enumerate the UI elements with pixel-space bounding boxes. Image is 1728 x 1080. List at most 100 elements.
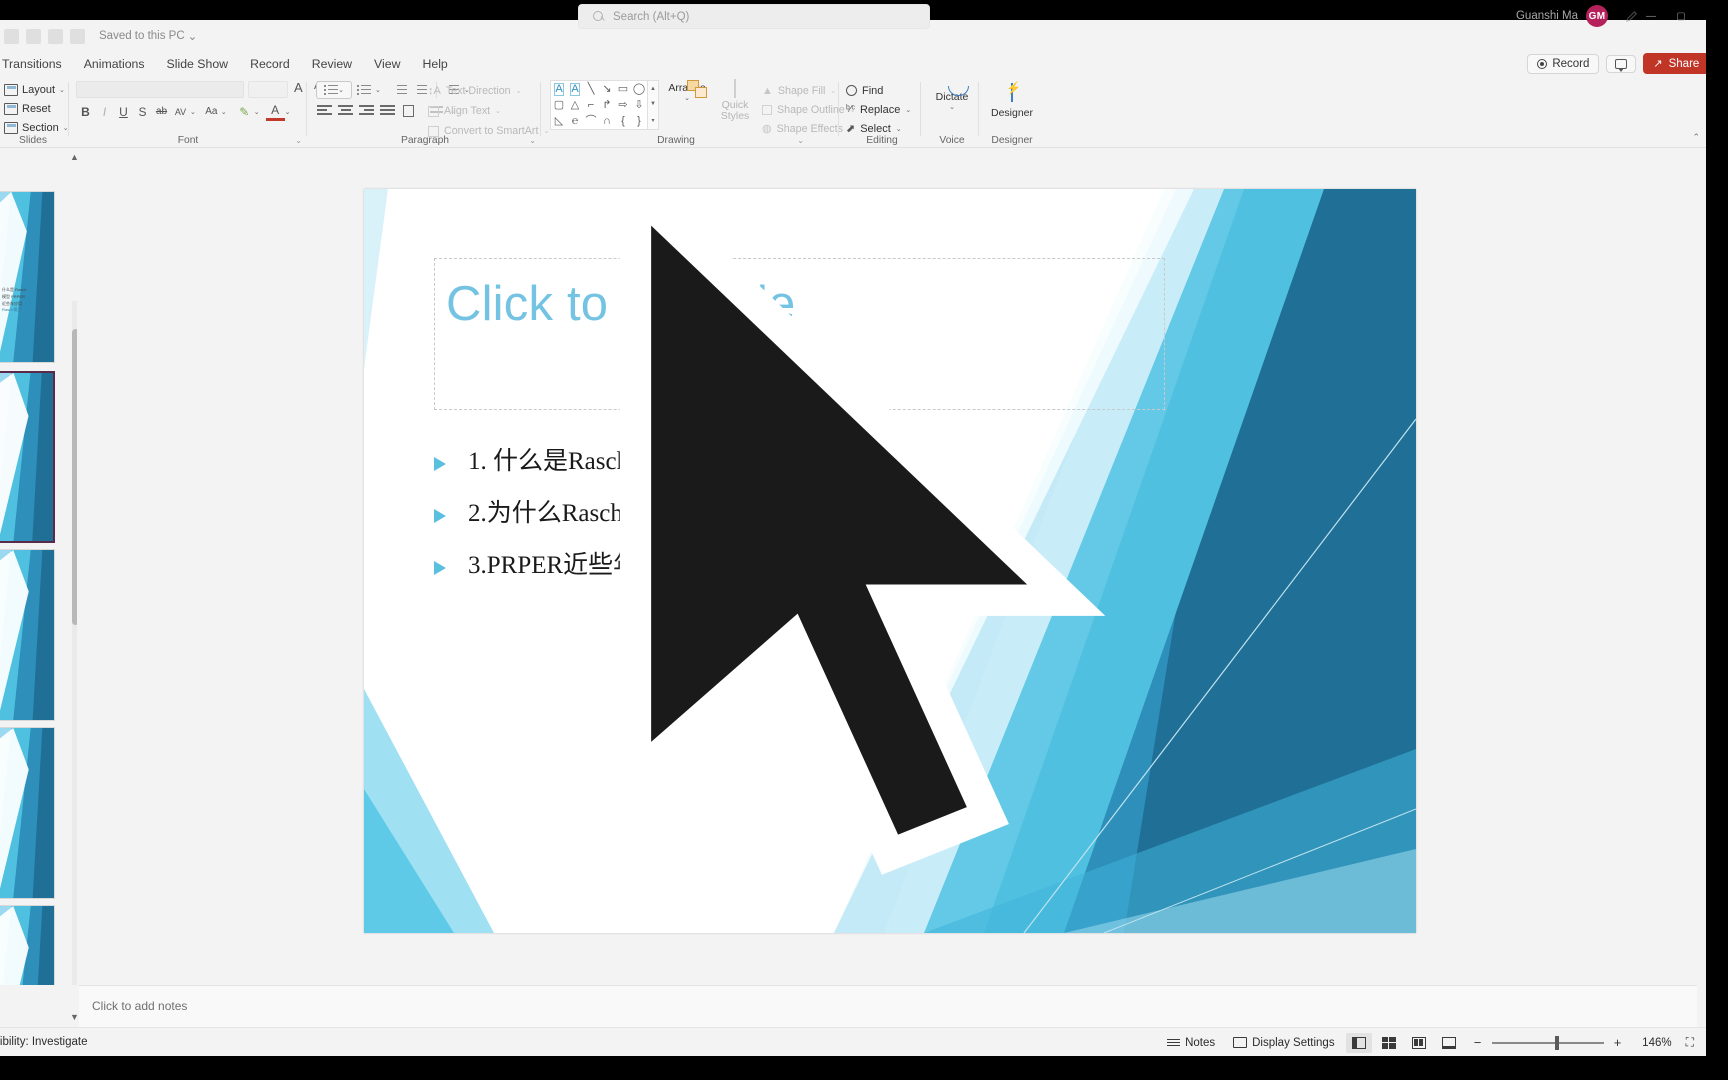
saved-state[interactable]: Saved to this PC ⌄ xyxy=(99,29,197,43)
zoom-in-button[interactable]: + xyxy=(1612,1035,1624,1050)
zoom-level-label[interactable]: 146% xyxy=(1632,1037,1671,1049)
slide-editor[interactable]: Click to add title 1. 什么是Rasch 模型 2.为什么R… xyxy=(364,189,1416,933)
font-name-input[interactable] xyxy=(76,81,244,98)
shape-corner-icon[interactable]: ◺ xyxy=(555,115,563,127)
increase-font-size-icon[interactable]: A xyxy=(294,80,303,95)
shape-oval-icon[interactable]: ◯ xyxy=(633,83,645,95)
drawing-dialog-launcher[interactable]: ⌄ xyxy=(797,136,804,145)
tab-record[interactable]: Record xyxy=(239,55,301,73)
list-item[interactable] xyxy=(0,727,55,899)
text-shadow-button[interactable]: S xyxy=(133,102,152,121)
shape-arc-icon[interactable]: ∩ xyxy=(603,115,611,127)
display-settings-button[interactable]: Display Settings xyxy=(1224,1037,1343,1049)
view-slideshow-button[interactable] xyxy=(1436,1033,1462,1053)
tab-view[interactable]: View xyxy=(363,55,411,73)
designer-button[interactable]: Designer xyxy=(982,83,1042,119)
strikethrough-button[interactable]: ab xyxy=(152,102,171,121)
gallery-expand-icon[interactable]: ▾ xyxy=(651,117,654,124)
italic-button[interactable]: I xyxy=(95,102,114,121)
list-item[interactable] xyxy=(0,549,55,721)
scroll-down-icon[interactable]: ▼ xyxy=(650,101,656,107)
shape-down-arrow-icon[interactable]: ⇩ xyxy=(634,99,643,111)
thumbnail-scrollbar-thumb[interactable] xyxy=(72,329,77,625)
redo-icon[interactable] xyxy=(48,28,63,44)
font-dialog-launcher[interactable]: ⌄ xyxy=(295,136,302,145)
reset-button[interactable]: Reset xyxy=(2,99,64,118)
list-item[interactable]: 什么是 Rasch 模型 PRPER 近些年应用 Rasch模型 xyxy=(0,191,55,363)
align-left-button[interactable] xyxy=(316,103,333,118)
underline-button[interactable]: U xyxy=(114,102,133,121)
shape-right-arrow-icon[interactable]: ⇨ xyxy=(618,99,627,111)
numbering-button[interactable] xyxy=(355,83,372,98)
dictate-button[interactable]: Dictate ⌄ xyxy=(926,91,978,111)
shape-rect-icon[interactable]: ▭ xyxy=(618,83,628,95)
font-color-button[interactable]: A xyxy=(265,102,285,121)
shape-arrow-icon[interactable]: ↘ xyxy=(602,83,611,95)
change-case-button[interactable]: Aa xyxy=(202,102,221,121)
chevron-down-icon[interactable]: ⌄ xyxy=(190,108,196,116)
shape-left-brace-icon[interactable]: { xyxy=(621,115,625,127)
align-right-button[interactable] xyxy=(358,103,375,118)
align-text-button[interactable]: Align Text ⌄ xyxy=(428,101,549,121)
zoom-out-button[interactable]: − xyxy=(1472,1035,1484,1050)
chevron-down-icon[interactable]: ⌄ xyxy=(375,86,381,94)
text-direction-button[interactable]: ↕A Text Direction ⌄ xyxy=(428,81,549,101)
shape-right-brace-icon[interactable]: } xyxy=(637,115,641,127)
bullets-button[interactable]: ⌄ xyxy=(316,81,352,99)
zoom-slider[interactable] xyxy=(1491,1035,1604,1050)
view-normal-button[interactable] xyxy=(1345,1032,1372,1053)
scroll-up-icon[interactable]: ▲ xyxy=(70,152,79,162)
arrange-button[interactable]: Arrange ⌄ xyxy=(664,80,710,102)
collapse-ribbon-button[interactable]: ⌃ xyxy=(1692,132,1700,143)
quick-access-toolbar[interactable] xyxy=(0,28,85,44)
decrease-indent-button[interactable] xyxy=(392,83,409,98)
shape-square-icon[interactable]: ▢ xyxy=(554,99,564,111)
find-button[interactable]: Find xyxy=(846,81,918,100)
accessibility-status[interactable]: essibility: Investigate xyxy=(0,1036,87,1048)
list-item[interactable] xyxy=(0,905,55,985)
shapes-gallery-scroll[interactable]: ▲ ▼ ▾ xyxy=(648,80,659,130)
chevron-down-icon[interactable]: ⌄ xyxy=(254,108,260,116)
replace-button[interactable]: ᵇ⁄ᶜ Replace ⌄ xyxy=(846,100,918,119)
slide-thumbnail-pane[interactable]: 什么是 Rasch 模型 PRPER 近些年应用 Rasch模型 xyxy=(0,149,77,985)
qat-customize-icon[interactable] xyxy=(70,28,85,44)
tab-slide-show[interactable]: Slide Show xyxy=(156,55,240,73)
paragraph-dialog-launcher[interactable]: ⌄ xyxy=(529,136,536,145)
shape-curve-icon[interactable]: ⌒ xyxy=(586,115,597,127)
zoom-control[interactable]: − + 146% xyxy=(1464,1035,1680,1050)
view-slide-sorter-button[interactable] xyxy=(1376,1033,1402,1053)
search-input[interactable]: Search (Alt+Q) xyxy=(578,4,930,29)
scroll-down-icon[interactable]: ▼ xyxy=(70,1012,79,1022)
fit-slide-to-window-button[interactable]: ⛶ xyxy=(1680,1035,1700,1050)
shapes-gallery[interactable]: A A ╲ ↘ ▭ ◯ ▢ △ ⌐ ↱ ⇨ ⇩ ◺ ℮ ⌒ ∩ { } xyxy=(550,80,648,130)
chevron-down-icon[interactable]: ⌄ xyxy=(221,108,227,116)
shape-line-icon[interactable]: ╲ xyxy=(588,83,595,95)
account-area[interactable]: Guanshi Ma GM xyxy=(1516,5,1608,27)
shape-elbow-icon[interactable]: ⌐ xyxy=(588,99,594,111)
layout-button[interactable]: Layout ⌄ xyxy=(2,80,65,99)
bold-button[interactable]: B xyxy=(76,102,95,121)
comments-button[interactable] xyxy=(1606,54,1637,73)
font-size-input[interactable] xyxy=(248,81,288,98)
undo-icon[interactable] xyxy=(26,28,41,44)
shape-triangle-icon[interactable]: △ xyxy=(571,99,579,111)
save-icon[interactable] xyxy=(4,28,19,44)
notes-toggle-button[interactable]: Notes xyxy=(1158,1037,1224,1049)
character-spacing-button[interactable]: AV xyxy=(171,102,190,121)
minimize-button[interactable]: — xyxy=(1636,4,1666,28)
scroll-up-icon[interactable]: ▲ xyxy=(650,86,656,92)
align-center-button[interactable] xyxy=(337,103,354,118)
zoom-slider-handle[interactable] xyxy=(1554,1035,1559,1050)
shape-fill-button[interactable]: ▲ Shape Fill ⌄ xyxy=(762,81,856,100)
notes-pane[interactable]: Click to add notes xyxy=(79,985,1697,1027)
tab-transitions[interactable]: Transitions xyxy=(0,55,73,73)
tab-review[interactable]: Review xyxy=(301,55,363,73)
columns-button[interactable] xyxy=(400,103,417,118)
justify-button[interactable] xyxy=(379,103,396,118)
text-highlight-button[interactable]: ✎ xyxy=(235,102,254,121)
maximize-button[interactable]: ▢ xyxy=(1666,4,1696,28)
quick-styles-button[interactable]: Quick Styles xyxy=(712,79,758,122)
slide-canvas[interactable]: Click to add title 1. 什么是Rasch 模型 2.为什么R… xyxy=(79,149,1697,985)
tab-animations[interactable]: Animations xyxy=(73,55,156,73)
avatar[interactable]: GM xyxy=(1586,5,1608,27)
